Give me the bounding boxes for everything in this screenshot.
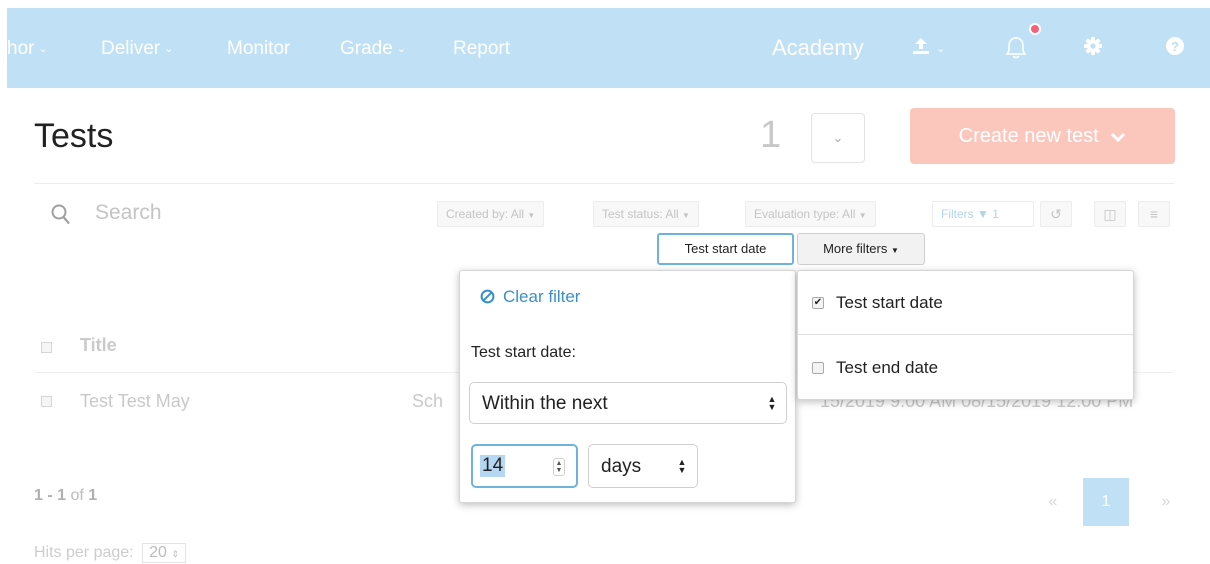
range-end: 1	[57, 487, 67, 504]
nav-item-monitor[interactable]: Monitor	[227, 38, 290, 60]
checkbox-unchecked[interactable]	[812, 362, 824, 374]
test-start-date-filter-button[interactable]: Test start date	[657, 233, 794, 265]
create-new-test-button[interactable]: Create new test	[910, 108, 1175, 164]
nav-item-label: Grade	[340, 38, 393, 59]
range-of: of	[70, 487, 84, 504]
gear-icon[interactable]	[1083, 36, 1103, 56]
reset-filters-button[interactable]: ↺	[1040, 201, 1072, 227]
upload-icon	[913, 38, 929, 54]
option-label: Test start date	[836, 293, 943, 312]
time-unit-select[interactable]: days ▲ ▼	[588, 444, 698, 488]
undo-icon: ↺	[1050, 206, 1062, 222]
time-unit-value: days	[601, 456, 642, 477]
caret-down-icon: ▼	[682, 211, 690, 220]
filters-button[interactable]: Filters ▼ 1	[932, 201, 1034, 227]
header-divider	[34, 183, 1174, 184]
more-filters-button[interactable]: More filters ▼	[797, 233, 925, 265]
more-filters-dropdown: ✔ Test start date Test end date	[797, 270, 1134, 400]
evaluation-type-label: Evaluation type: All	[754, 207, 856, 221]
test-count: 1	[760, 114, 782, 156]
column-header-title[interactable]: Title	[80, 335, 117, 356]
select-arrows-icon: ▲ ▼	[677, 457, 687, 475]
filters-count: 1	[992, 207, 999, 221]
create-button-label: Create new test	[958, 125, 1099, 147]
table-cell-schedule: Sch	[412, 391, 444, 411]
range-dash: -	[47, 487, 53, 504]
hits-per-page-select[interactable]: 20 ⇕	[142, 543, 186, 563]
chevron-down-icon	[1111, 132, 1126, 143]
range-start: 1	[34, 487, 43, 504]
svg-text:?: ?	[1171, 39, 1179, 54]
list-icon: ≡	[1149, 206, 1159, 222]
more-filters-label: More filters	[823, 241, 888, 256]
select-arrows-icon: ▲ ▼	[767, 394, 777, 412]
table-cell-title[interactable]: Test Test May	[80, 391, 190, 412]
columns-button[interactable]: ◫	[1094, 201, 1126, 227]
more-filters-option-test-end-date[interactable]: Test end date	[798, 336, 1133, 400]
chevron-down-icon: ⌄	[38, 43, 48, 55]
clear-filter-icon	[480, 289, 495, 304]
hits-per-page-value: 20	[149, 544, 167, 561]
nav-item-label: hor	[7, 38, 35, 59]
columns-icon: ◫	[1103, 206, 1117, 222]
select-all-checkbox[interactable]	[41, 342, 52, 353]
search-icon	[51, 204, 70, 225]
chevron-down-icon: ⌄	[396, 43, 407, 55]
hits-per-page: Hits per page: 20 ⇕	[34, 543, 186, 563]
bell-icon[interactable]	[1004, 35, 1028, 61]
page-title: Tests	[34, 117, 114, 155]
test-status-label: Test status: All	[602, 207, 679, 221]
test-start-date-popover: Clear filter Test start date: Within the…	[459, 270, 796, 503]
test-start-date-field-label: Test start date:	[471, 344, 576, 361]
nav-item-report[interactable]: Report	[453, 38, 510, 60]
clear-filter-label: Clear filter	[503, 287, 581, 306]
notification-badge	[1029, 23, 1041, 35]
search-input[interactable]: Search	[95, 201, 162, 225]
results-range: 1 - 1 of 1	[34, 487, 97, 505]
help-icon[interactable]: ?	[1165, 36, 1185, 56]
upload-menu[interactable]: ⌄	[910, 34, 945, 60]
test-start-date-label: Test start date	[684, 241, 767, 256]
row-checkbox[interactable]	[41, 396, 52, 407]
evaluation-type-filter[interactable]: Evaluation type: All ▼	[745, 201, 876, 227]
date-range-value: Within the next	[482, 393, 608, 414]
nav-item-deliver[interactable]: Deliver ⌄	[101, 38, 173, 60]
nav-item-grade[interactable]: Grade ⌄	[340, 38, 406, 60]
funnel-icon: ▼	[977, 207, 989, 221]
nav-item-label: Monitor	[227, 38, 291, 59]
test-status-filter[interactable]: Test status: All ▼	[593, 201, 699, 227]
pagination-current-page[interactable]: 1	[1083, 478, 1129, 526]
days-amount-input[interactable]: 14 ▲ ▼	[471, 444, 578, 488]
select-arrows-icon: ⇕	[171, 549, 179, 559]
caret-down-icon: ▼	[858, 211, 867, 220]
days-amount-value: 14	[480, 455, 506, 477]
option-label: Test end date	[836, 358, 939, 377]
nav-item-label: Report	[453, 38, 511, 59]
caret-down-icon: ▼	[891, 246, 899, 255]
filters-label: Filters	[941, 207, 974, 221]
list-view-button[interactable]: ≡	[1138, 201, 1170, 227]
caret-down-icon: ▼	[527, 211, 536, 220]
pagination-prev[interactable]: «	[1030, 478, 1076, 526]
chevron-down-icon: ⌄	[936, 43, 946, 55]
chevron-down-icon: ⌄	[164, 43, 174, 55]
checkbox-checked[interactable]: ✔	[812, 297, 824, 309]
created-by-filter[interactable]: Created by: All ▼	[437, 201, 545, 227]
hits-per-page-label: Hits per page:	[34, 544, 134, 561]
more-filters-option-test-start-date[interactable]: ✔ Test start date	[798, 271, 1133, 335]
org-name[interactable]: Academy	[772, 35, 864, 61]
top-navigation-bar: hor ⌄ Deliver ⌄ Monitor Grade ⌄ Report Acad…	[7, 8, 1210, 88]
count-dropdown[interactable]: ⌄	[811, 113, 865, 163]
nav-item-label: Deliver	[101, 38, 161, 59]
range-total: 1	[88, 487, 98, 504]
pagination-next[interactable]: »	[1143, 478, 1189, 526]
chevron-down-icon: ⌄	[832, 130, 844, 145]
clear-filter-link[interactable]: Clear filter	[480, 287, 580, 307]
date-range-select[interactable]: Within the next ▲ ▼	[469, 382, 787, 424]
created-by-label: Created by: All	[446, 207, 525, 221]
nav-item-author[interactable]: hor ⌄	[7, 38, 48, 60]
number-spinner-icon[interactable]: ▲ ▼	[553, 458, 565, 476]
